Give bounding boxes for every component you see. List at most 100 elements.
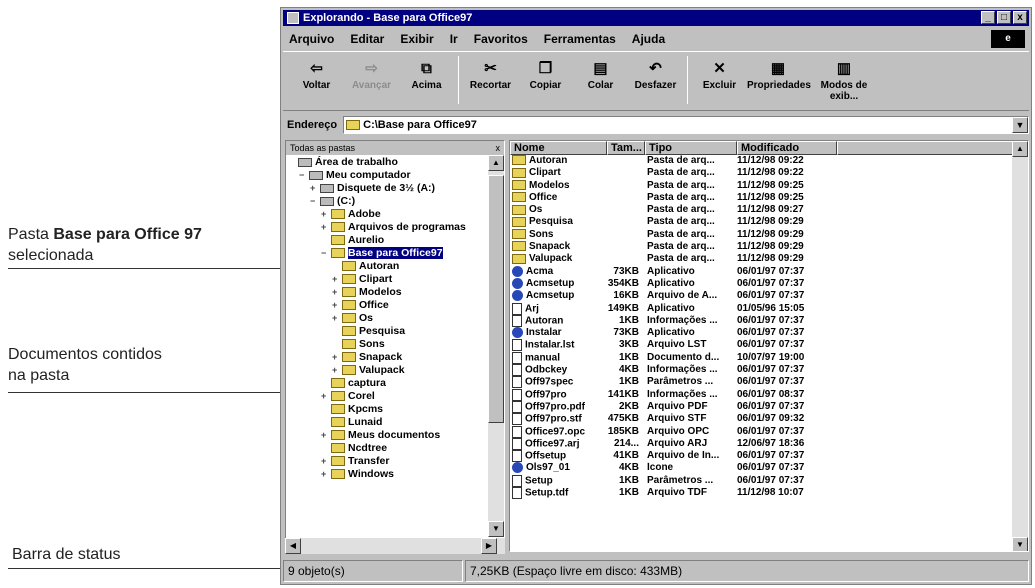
file-row[interactable]: Off97spec 1KB Parâmetros ... 06/01/97 07:37 xyxy=(510,376,1028,389)
scroll-left-icon[interactable]: ◀ xyxy=(285,538,301,554)
scroll-down-icon[interactable]: ▼ xyxy=(488,521,504,537)
tree-node[interactable]: Área de trabalho xyxy=(288,156,504,169)
scroll-up-icon[interactable]: ▲ xyxy=(488,155,504,171)
voltar-button[interactable]: ⇦ Voltar xyxy=(289,58,344,91)
expand-toggle-icon[interactable]: + xyxy=(321,429,331,442)
acima-button[interactable]: ⧉ Acima xyxy=(399,58,454,91)
tree-node[interactable]: − (C:) xyxy=(288,195,504,208)
expand-toggle-icon[interactable]: + xyxy=(310,182,320,195)
file-row[interactable]: Setup 1KB Parâmetros ... 06/01/97 07:37 xyxy=(510,474,1028,487)
tree-node[interactable]: Pesquisa xyxy=(288,325,504,338)
scroll-up-icon[interactable]: ▲ xyxy=(1012,141,1028,157)
copiar-button[interactable]: ❐ Copiar xyxy=(518,58,573,91)
address-input[interactable]: C:\Base para Office97 ▼ xyxy=(343,116,1029,134)
tree-node[interactable]: + Meus documentos xyxy=(288,429,504,442)
tree-node[interactable]: − Meu computador xyxy=(288,169,504,182)
colar-button[interactable]: ▤ Colar xyxy=(573,58,628,91)
tree-node[interactable]: + Disquete de 3½ (A:) xyxy=(288,182,504,195)
tree-node[interactable]: + Os xyxy=(288,312,504,325)
expand-toggle-icon[interactable]: − xyxy=(299,169,309,182)
expand-toggle-icon[interactable]: + xyxy=(321,221,331,234)
tree-node[interactable]: − Base para Office97 xyxy=(288,247,504,260)
desfazer-button[interactable]: ↶ Desfazer xyxy=(628,58,683,91)
menu-favoritos[interactable]: Favoritos xyxy=(474,32,528,46)
maximize-button[interactable]: □ xyxy=(997,11,1011,24)
expand-toggle-icon[interactable]: + xyxy=(332,299,342,312)
expand-toggle-icon[interactable]: + xyxy=(321,468,331,481)
file-row[interactable]: Setup.tdf 1KB Arquivo TDF 11/12/98 10:07 xyxy=(510,487,1028,500)
close-button[interactable]: x xyxy=(1013,11,1027,24)
expand-toggle-icon[interactable]: + xyxy=(321,208,331,221)
menu-editar[interactable]: Editar xyxy=(350,32,384,46)
tree-close-icon[interactable]: x xyxy=(496,143,501,153)
expand-toggle-icon[interactable]: − xyxy=(310,195,320,208)
title-bar[interactable]: Explorando - Base para Office97 _ □ x xyxy=(283,10,1029,26)
expand-toggle-icon[interactable]: + xyxy=(321,390,331,403)
expand-toggle-icon[interactable]: + xyxy=(332,273,342,286)
tree-node[interactable]: + Transfer xyxy=(288,455,504,468)
tree-node[interactable]: + Adobe xyxy=(288,208,504,221)
file-row[interactable]: Off97pro.stf 475KB Arquivo STF 06/01/97 09:… xyxy=(510,413,1028,426)
tree-node[interactable]: + Snapack xyxy=(288,351,504,364)
expand-toggle-icon[interactable]: + xyxy=(332,364,342,377)
tree-node[interactable]: + Modelos xyxy=(288,286,504,299)
tree-horizontal-scrollbar[interactable]: ◀ ▶ xyxy=(285,538,505,554)
avancar-button[interactable]: ⇨ Avançar xyxy=(344,58,399,91)
expand-toggle-icon[interactable]: + xyxy=(332,286,342,299)
file-row[interactable]: Os Pasta de arq... 11/12/98 09:27 xyxy=(510,204,1028,216)
propriedades-button[interactable]: ▦ Propriedades xyxy=(747,58,811,91)
file-row[interactable]: Odbckey 4KB Informações ... 06/01/97 07:37 xyxy=(510,364,1028,377)
tree-node[interactable]: + Office xyxy=(288,299,504,312)
tree-node[interactable]: Aurelio xyxy=(288,234,504,247)
file-row[interactable]: Modelos Pasta de arq... 11/12/98 09:25 xyxy=(510,180,1028,192)
tree-node[interactable]: captura xyxy=(288,377,504,390)
tree-scroll-thumb[interactable] xyxy=(488,175,504,423)
expand-toggle-icon[interactable]: + xyxy=(321,455,331,468)
menu-ir[interactable]: Ir xyxy=(450,32,458,46)
list-vertical-scrollbar[interactable]: ▲ ▼ xyxy=(1012,141,1028,551)
file-row[interactable]: Off97pro 141KB Informações ... 06/01/97 08:… xyxy=(510,388,1028,401)
chevron-down-icon[interactable]: ▼ xyxy=(1012,117,1028,133)
file-row[interactable]: Acma 73KB Aplicativo 06/01/97 07:37 xyxy=(510,265,1028,278)
file-row[interactable]: Sons Pasta de arq... 11/12/98 09:29 xyxy=(510,229,1028,241)
scroll-right-icon[interactable]: ▶ xyxy=(481,538,497,554)
recortar-button[interactable]: ✂ Recortar xyxy=(463,58,518,91)
file-row[interactable]: Autoran 1KB Informações ... 06/01/97 07:37 xyxy=(510,314,1028,327)
file-row[interactable]: Clipart Pasta de arq... 11/12/98 09:22 xyxy=(510,167,1028,179)
expand-toggle-icon[interactable]: − xyxy=(321,247,331,260)
file-row[interactable]: manual 1KB Documento d... 10/07/97 19:00 xyxy=(510,351,1028,364)
modos-button[interactable]: ▥ Modos de exib... xyxy=(809,58,879,102)
tree-node[interactable]: Lunaid xyxy=(288,416,504,429)
file-row[interactable]: Pesquisa Pasta de arq... 11/12/98 09:29 xyxy=(510,216,1028,228)
column-tamanho[interactable]: Tam... xyxy=(607,141,645,155)
tree-node[interactable]: Ncdtree xyxy=(288,442,504,455)
file-row[interactable]: Offsetup 41KB Arquivo de In... 06/01/97 07:… xyxy=(510,450,1028,463)
file-row[interactable]: Instalar 73KB Aplicativo 06/01/97 07:37 xyxy=(510,327,1028,339)
column-tipo[interactable]: Tipo xyxy=(645,141,737,155)
menu-exibir[interactable]: Exibir xyxy=(400,32,433,46)
expand-toggle-icon[interactable]: + xyxy=(332,351,342,364)
tree-node[interactable]: + Corel xyxy=(288,390,504,403)
file-row[interactable]: Arj 149KB Aplicativo 01/05/96 15:05 xyxy=(510,302,1028,315)
tree-node[interactable]: + Arquivos de programas xyxy=(288,221,504,234)
file-row[interactable]: Acmsetup 16KB Arquivo de A... 06/01/97 07:3… xyxy=(510,290,1028,302)
file-row[interactable]: Valupack Pasta de arq... 11/12/98 09:29 xyxy=(510,253,1028,265)
file-row[interactable]: Autoran Pasta de arq... 11/12/98 09:22 xyxy=(510,155,1028,167)
tree-node[interactable]: + Windows xyxy=(288,468,504,481)
tree-node[interactable]: + Valupack xyxy=(288,364,504,377)
tree-node[interactable]: + Clipart xyxy=(288,273,504,286)
file-row[interactable]: Office Pasta de arq... 11/12/98 09:25 xyxy=(510,192,1028,204)
file-row[interactable]: Acmsetup 354KB Aplicativo 06/01/97 07:37 xyxy=(510,277,1028,290)
tree-node[interactable]: Autoran xyxy=(288,260,504,273)
column-nome[interactable]: Nome xyxy=(510,141,607,155)
tree-vertical-scrollbar[interactable]: ▲ ▼ xyxy=(488,155,504,537)
menu-arquivo[interactable]: Arquivo xyxy=(289,32,334,46)
file-row[interactable]: Instalar.lst 3KB Arquivo LST 06/01/97 07:37 xyxy=(510,339,1028,352)
tree-node[interactable]: Sons xyxy=(288,338,504,351)
excluir-button[interactable]: ✕ Excluir xyxy=(692,58,747,91)
minimize-button[interactable]: _ xyxy=(981,11,995,24)
scroll-down-icon[interactable]: ▼ xyxy=(1012,537,1028,551)
expand-toggle-icon[interactable]: + xyxy=(332,312,342,325)
menu-ajuda[interactable]: Ajuda xyxy=(632,32,665,46)
menu-ferramentas[interactable]: Ferramentas xyxy=(544,32,616,46)
